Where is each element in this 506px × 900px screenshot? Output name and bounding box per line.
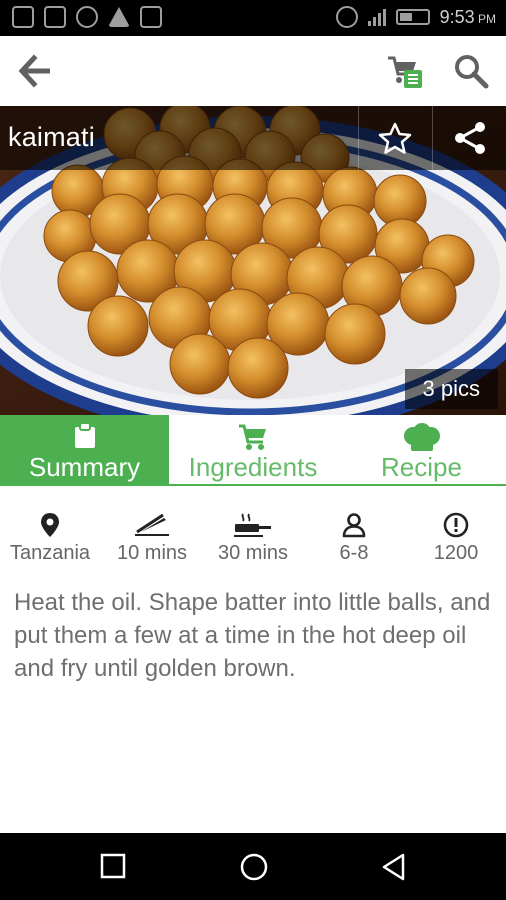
alert-circle-icon <box>443 512 469 538</box>
warning-icon <box>108 7 130 27</box>
back-triangle-icon <box>382 853 405 881</box>
arrow-left-icon <box>18 54 50 88</box>
chef-hat-icon <box>403 423 440 451</box>
star-icon <box>378 122 411 154</box>
status-bar: 9:53 PM <box>0 0 506 36</box>
cooking-pan-icon <box>234 513 271 537</box>
back-button[interactable] <box>18 54 54 88</box>
mail-icon <box>44 6 66 28</box>
location-pin-icon <box>41 513 59 537</box>
signal-icon <box>367 8 386 26</box>
share-icon <box>454 122 485 154</box>
photo-count-badge[interactable]: 3 pics <box>404 369 498 409</box>
shopping-list-button[interactable] <box>386 54 424 90</box>
dumpling <box>399 267 457 325</box>
dumpling <box>87 295 149 357</box>
home-icon <box>240 853 268 881</box>
recipe-title: kaimati <box>8 122 95 152</box>
tab-ingredients[interactable]: Ingredients <box>169 415 337 484</box>
search-button[interactable] <box>452 52 490 90</box>
dumpling <box>169 333 231 395</box>
recents-icon <box>100 853 126 879</box>
recents-button[interactable] <box>98 851 130 883</box>
system-icons: 9:53 PM <box>335 6 496 28</box>
dumpling <box>227 337 289 399</box>
share-button[interactable] <box>432 106 506 170</box>
notification-icons <box>12 6 162 28</box>
shopping-list-icon <box>388 56 422 88</box>
person-icon <box>342 513 366 538</box>
recipe-photo[interactable]: kaimati 3 pics <box>0 106 506 415</box>
dumpling <box>324 303 386 365</box>
battery-icon <box>395 9 430 25</box>
clock: 9:53 PM <box>439 6 496 27</box>
app-bar <box>0 36 506 106</box>
favorite-button[interactable] <box>358 106 430 170</box>
download-icon <box>76 6 98 28</box>
back-nav-button[interactable] <box>378 851 410 883</box>
tab-bar: Summary Ingredients Recipe <box>0 415 506 486</box>
recipe-info-row: Tanzania 10 mins 30 mins 6-8 1200 <box>0 506 506 576</box>
system-nav-bar <box>0 833 506 900</box>
alarm-icon <box>335 6 358 28</box>
knife-icon <box>135 513 169 536</box>
image-icon <box>12 6 34 28</box>
search-icon <box>455 55 489 89</box>
home-button[interactable] <box>238 851 270 883</box>
recipe-description: Heat the oil. Shape batter into little b… <box>14 589 491 682</box>
tab-recipe[interactable]: Recipe <box>337 415 506 484</box>
sim-alert-icon <box>140 6 162 28</box>
tab-summary[interactable]: Summary <box>0 415 169 484</box>
cart-icon <box>239 424 266 450</box>
clipboard-icon <box>74 423 95 448</box>
